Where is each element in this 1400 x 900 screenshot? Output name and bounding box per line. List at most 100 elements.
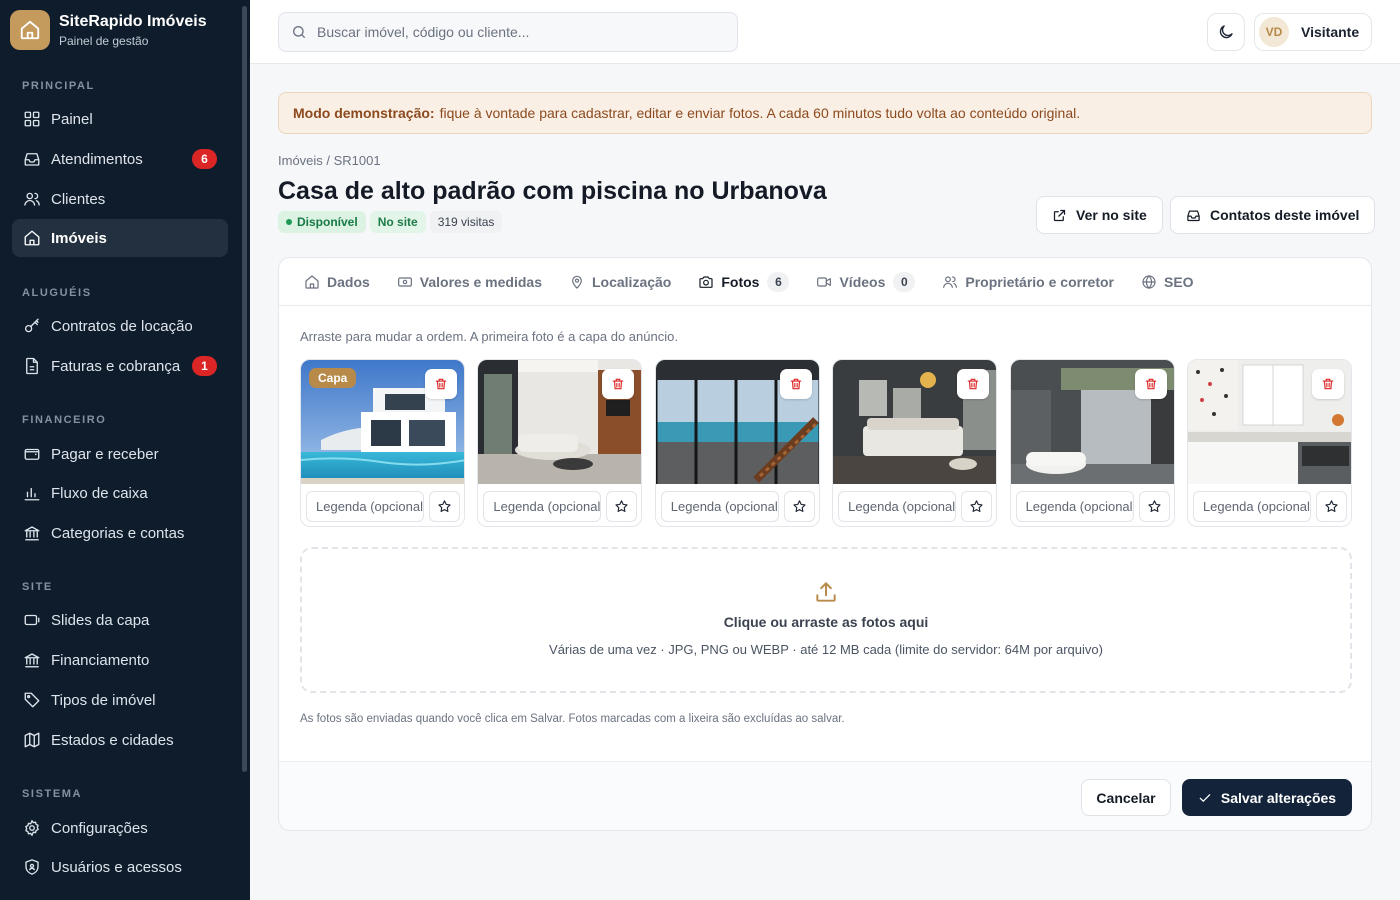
visits-badge: 319 visitas [429, 211, 503, 233]
set-cover-button[interactable] [783, 491, 815, 522]
set-cover-button[interactable] [961, 491, 993, 522]
dropzone-title: Clique ou arraste as fotos aqui [723, 614, 929, 630]
photo-thumbnail[interactable] [833, 360, 997, 484]
section-principal: PRINCIPAL [22, 80, 95, 92]
delete-photo-button[interactable] [1134, 369, 1167, 399]
caption-input[interactable] [1015, 491, 1134, 522]
photo-grid: Capa [300, 359, 1352, 527]
search-box[interactable] [278, 12, 738, 52]
caption-input[interactable] [483, 491, 602, 522]
sidebar-item-fluxo-caixa[interactable]: Fluxo de caixa [12, 474, 228, 512]
section-site: SITE [22, 581, 53, 593]
sidebar-item-painel[interactable]: Painel [12, 100, 228, 138]
theme-toggle-button[interactable] [1207, 13, 1245, 51]
user-name: Visitante [1301, 24, 1360, 40]
photo-thumbnail[interactable]: Capa [301, 360, 464, 484]
tab-count: 0 [893, 271, 916, 292]
cover-badge: Capa [309, 368, 357, 388]
sidebar-scrollbar[interactable] [242, 6, 247, 772]
home-icon [305, 274, 319, 289]
map-icon [24, 732, 40, 748]
caption-input[interactable] [660, 491, 779, 522]
delete-photo-button[interactable] [1311, 369, 1344, 399]
caption-input[interactable] [838, 491, 957, 522]
tab-videos[interactable]: Vídeos 0 [816, 258, 916, 306]
star-icon [1148, 500, 1161, 512]
set-cover-button[interactable] [429, 491, 460, 522]
view-on-site-button[interactable]: Ver no site [1036, 196, 1163, 234]
tab-label: Valores e medidas [419, 273, 542, 290]
photo-dropzone[interactable]: Clique ou arraste as fotos aqui Várias d… [300, 547, 1352, 693]
tab-localizacao[interactable]: Localização [569, 258, 671, 306]
users-icon [943, 275, 958, 288]
demo-notice-strong: Modo demonstração: [293, 105, 435, 121]
photo-card[interactable] [477, 359, 643, 527]
set-cover-button[interactable] [1138, 491, 1170, 522]
sidebar-item-label: Usuários e acessos [51, 858, 182, 876]
sidebar-item-atendimentos[interactable]: Atendimentos 6 [12, 140, 228, 178]
caption-input[interactable] [306, 491, 424, 522]
tab-seo[interactable]: SEO [1141, 258, 1194, 306]
trash-icon [967, 378, 979, 390]
users-icon [24, 192, 40, 206]
brand-logo-icon [10, 10, 50, 50]
property-contacts-button[interactable]: Contatos deste imóvel [1170, 196, 1376, 234]
sidebar-item-slides[interactable]: Slides da capa [12, 601, 228, 639]
status-dot-icon [286, 219, 292, 225]
moon-icon [1219, 25, 1233, 39]
delete-photo-button[interactable] [425, 369, 457, 399]
save-button[interactable]: Salvar alterações [1182, 779, 1352, 816]
delete-photo-button[interactable] [957, 369, 990, 399]
sidebar-item-pagar-receber[interactable]: Pagar e receber [12, 435, 228, 473]
delete-photo-button[interactable] [602, 369, 635, 399]
sidebar-item-label: Configurações [51, 819, 148, 837]
dropzone-subtitle: Várias de uma vez · JPG, PNG ou WEBP · a… [549, 642, 1103, 657]
set-cover-button[interactable] [1315, 491, 1347, 522]
set-cover-button[interactable] [606, 491, 638, 522]
photo-thumbnail[interactable] [478, 360, 642, 484]
photo-card[interactable] [1186, 359, 1352, 527]
faturas-badge: 1 [192, 356, 217, 376]
bar-chart-icon [24, 487, 40, 501]
photo-card[interactable]: Capa [300, 359, 465, 527]
tab-dados[interactable]: Dados [304, 258, 370, 306]
photo-thumbnail[interactable] [1187, 360, 1351, 484]
cancel-button[interactable]: Cancelar [1081, 779, 1171, 816]
photo-card[interactable] [832, 359, 998, 527]
sidebar-item-contratos[interactable]: Contratos de locação [12, 307, 228, 345]
search-input[interactable] [317, 24, 717, 40]
tab-fotos[interactable]: Fotos 6 [698, 258, 790, 306]
caption-input[interactable] [1192, 491, 1311, 522]
brand[interactable]: SiteRapido Imóveis Painel de gestão [10, 10, 207, 50]
user-menu-button[interactable]: VD Visitante [1254, 13, 1372, 51]
photo-card[interactable] [1009, 359, 1175, 527]
sidebar-item-faturas[interactable]: Faturas e cobrança 1 [12, 347, 228, 385]
camera-icon [699, 275, 713, 288]
tab-proprietario[interactable]: Proprietário e corretor [942, 258, 1114, 306]
photo-card[interactable] [654, 359, 820, 527]
sidebar-item-label: Financiamento [51, 651, 150, 669]
sidebar-item-imoveis[interactable]: Imóveis [12, 219, 228, 257]
sidebar-item-tipos-imovel[interactable]: Tipos de imóvel [12, 681, 228, 719]
save-button-label: Salvar alterações [1220, 789, 1337, 806]
sidebar: SiteRapido Imóveis Painel de gestão PRIN… [0, 0, 250, 900]
inbox-icon [1187, 210, 1200, 221]
photo-thumbnail[interactable] [1010, 360, 1174, 484]
status-badge: Disponível [278, 211, 366, 233]
sidebar-item-usuarios[interactable]: Usuários e acessos [12, 848, 228, 886]
sidebar-item-clientes[interactable]: Clientes [12, 180, 228, 218]
sidebar-item-estados-cidades[interactable]: Estados e cidades [12, 721, 228, 759]
external-link-icon [1053, 209, 1066, 221]
invoice-icon [26, 357, 38, 375]
sidebar-item-configuracoes[interactable]: Configurações [12, 809, 228, 847]
page-title: Casa de alto padrão com piscina no Urban… [278, 177, 827, 205]
delete-photo-button[interactable] [779, 369, 812, 399]
photo-thumbnail[interactable] [655, 360, 819, 484]
sidebar-item-financiamento[interactable]: Financiamento [12, 641, 228, 679]
breadcrumb[interactable]: Imóveis / SR1001 [278, 153, 381, 168]
tab-valores[interactable]: Valores e medidas [397, 258, 542, 306]
sidebar-item-label: Fluxo de caixa [51, 484, 148, 502]
star-icon [1325, 500, 1338, 512]
photos-card: Dados Valores e medidas Localização Foto… [278, 257, 1372, 831]
sidebar-item-categorias[interactable]: Categorias e contas [12, 514, 228, 552]
